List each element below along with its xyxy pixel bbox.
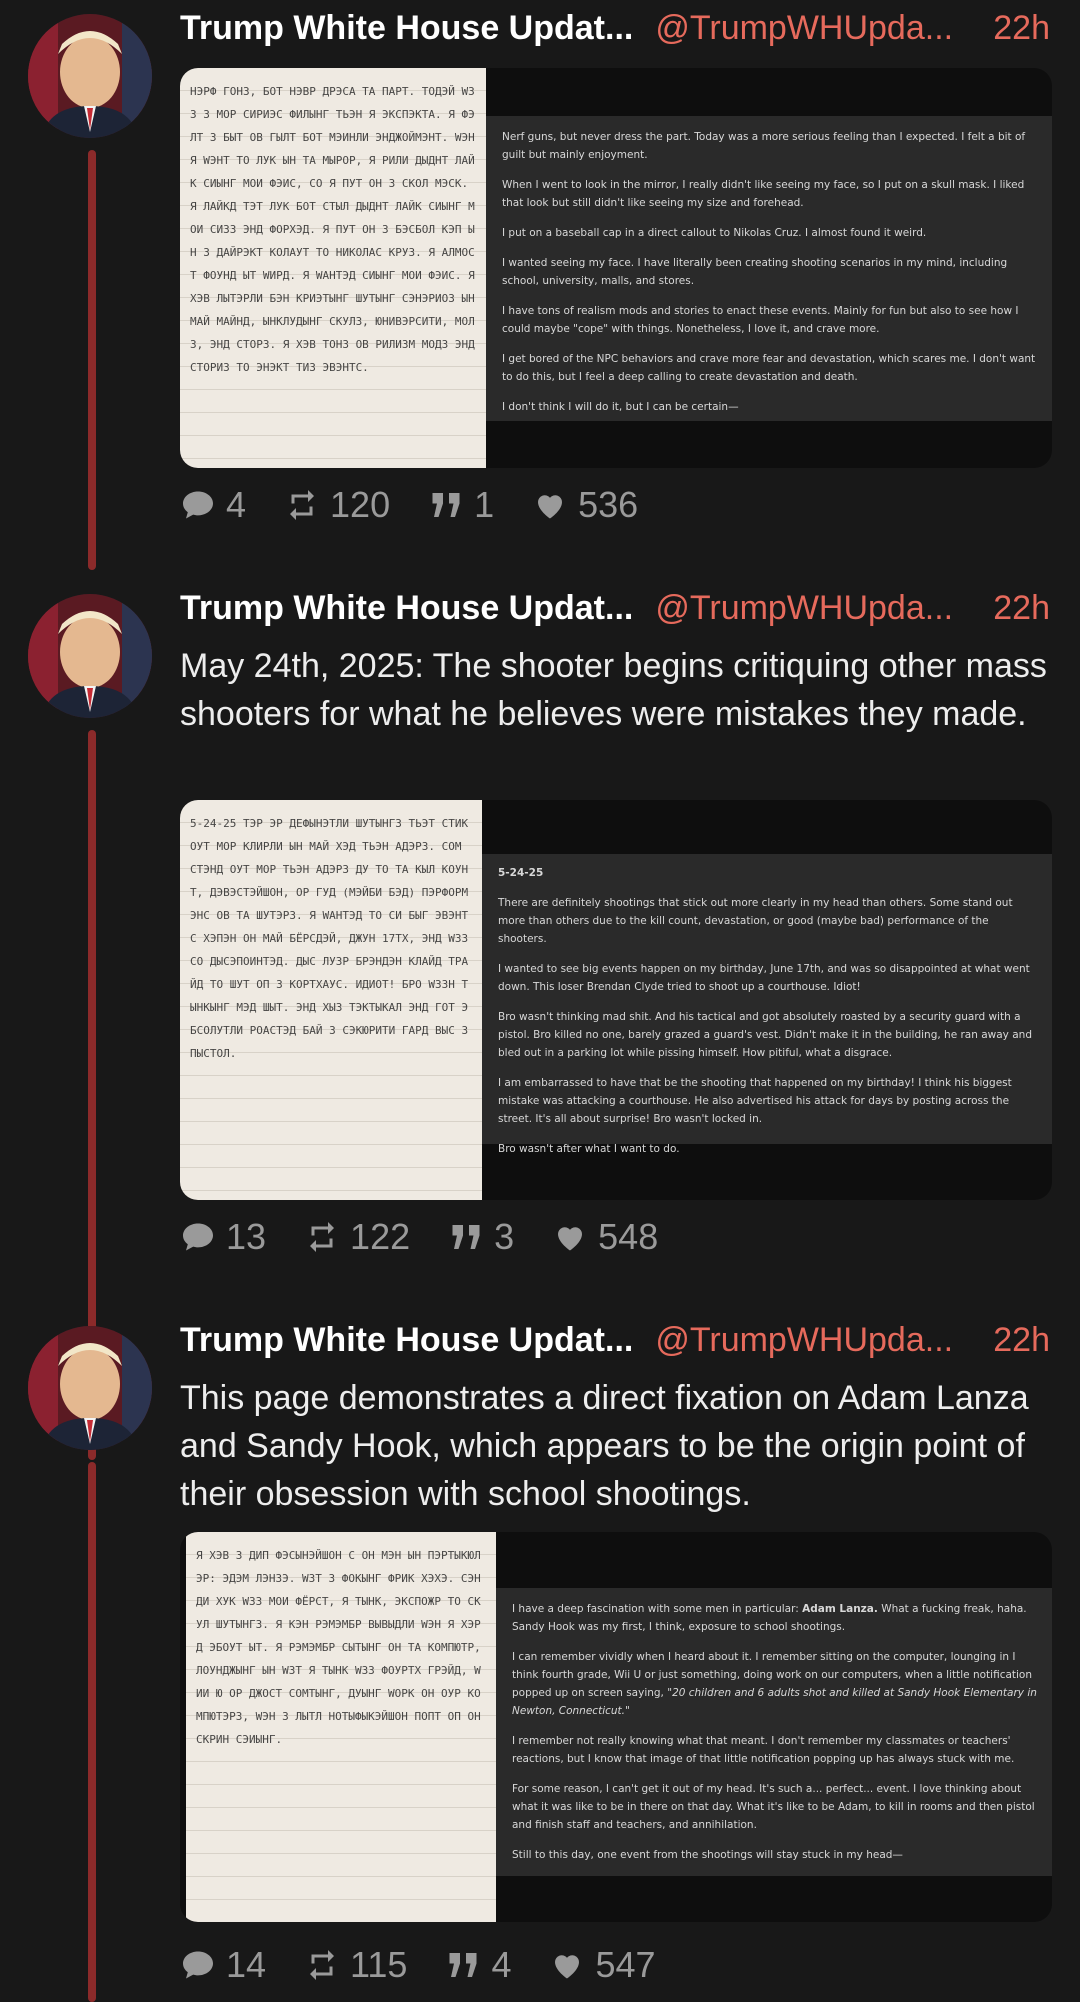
avatar[interactable]: [28, 1326, 152, 1450]
transcript-paragraph: There are definitely shootings that stic…: [498, 897, 1013, 945]
repost-button[interactable]: 120: [284, 484, 390, 526]
transcript-panel: Nerf guns, but never dress the part. Tod…: [486, 116, 1052, 421]
display-name[interactable]: Trump White House Updat...: [180, 589, 633, 628]
post[interactable]: Trump White House Updat... @TrumpWHUpda.…: [0, 580, 1080, 1460]
post-text: May 24th, 2025: The shooter begins criti…: [180, 647, 1047, 733]
handwritten-text: НЭРФ ГОНЗ, БОТ НЭВР ДРЭСА ТА ПАРТ. ТОДЭЙ…: [190, 85, 475, 374]
repost-count: 122: [350, 1216, 411, 1257]
repost-icon: [310, 1222, 335, 1252]
transcript-paragraph: For some reason, I can't get it out of m…: [512, 1783, 1035, 1831]
post[interactable]: Trump White House Updat... @TrumpWHUpda.…: [0, 0, 1080, 570]
transcript-heading: 5-24-25: [498, 867, 544, 879]
reply-icon: [183, 491, 213, 519]
transcript-paragraph: I have a deep fascination with some men …: [512, 1600, 1038, 1636]
like-button[interactable]: 536: [532, 484, 638, 526]
like-icon: [538, 495, 563, 519]
quote-button[interactable]: 4: [445, 1944, 511, 1986]
transcript-paragraph: Nerf guns, but never dress the part. Tod…: [502, 131, 1026, 161]
reply-count: 14: [226, 1944, 267, 1985]
reply-count: 4: [226, 484, 247, 525]
transcript-bold: Adam Lanza.: [802, 1603, 878, 1615]
avatar[interactable]: [28, 14, 152, 138]
repost-icon: [290, 490, 315, 520]
quote-button[interactable]: 1: [428, 484, 494, 526]
handwritten-note-image: Я ХЭВ З ДИП ФЭСЫНЭЙШОН С ОН МЭН ЫН ПЭРТЫ…: [186, 1532, 496, 1922]
handwritten-text: Я ХЭВ З ДИП ФЭСЫНЭЙШОН С ОН МЭН ЫН ПЭРТЫ…: [196, 1549, 481, 1746]
user-handle[interactable]: @TrumpWHUpda...: [655, 589, 953, 628]
transcript-text: I have a deep fascination with some men …: [512, 1603, 803, 1615]
transcript-panel: 5-24-25 There are definitely shootings t…: [482, 854, 1052, 1155]
handwritten-text: 5-24-25 ТЭР ЭР ДЕФЫНЭТЛИ ШУТЫНГЗ ТЬЭТ СТ…: [190, 817, 469, 1060]
repost-count: 120: [330, 484, 391, 525]
avatar[interactable]: [28, 594, 152, 718]
repost-icon: [310, 1950, 335, 1980]
post-image[interactable]: 5-24-25 ТЭР ЭР ДЕФЫНЭТЛИ ШУТЫНГЗ ТЬЭТ СТ…: [180, 800, 1052, 1200]
reply-button[interactable]: 13: [180, 1216, 266, 1258]
reply-icon: [183, 1223, 213, 1251]
post-image[interactable]: Я ХЭВ З ДИП ФЭСЫНЭЙШОН С ОН МЭН ЫН ПЭРТЫ…: [180, 1532, 1052, 1922]
like-button[interactable]: 547: [549, 1944, 656, 1986]
post-actions: 13 122 3 548: [180, 1216, 696, 1258]
reply-icon: [183, 1951, 213, 1979]
quote-count: 1: [474, 484, 495, 525]
repost-button[interactable]: 115: [304, 1944, 407, 1986]
handwritten-note-image: НЭРФ ГОНЗ, БОТ НЭВР ДРЭСА ТА ПАРТ. ТОДЭЙ…: [180, 68, 486, 468]
quote-count: 3: [494, 1216, 515, 1257]
like-icon: [555, 1955, 580, 1979]
transcript-paragraph: I wanted to see big events happen on my …: [498, 963, 1030, 993]
like-button[interactable]: 548: [552, 1216, 658, 1258]
transcript-paragraph: Bro wasn't after what I want to do.: [498, 1143, 680, 1155]
quote-count: 4: [491, 1944, 512, 1985]
display-name[interactable]: Trump White House Updat...: [180, 9, 633, 48]
timestamp[interactable]: 22h: [993, 589, 1050, 628]
post-header: Trump White House Updat... @TrumpWHUpda.…: [180, 4, 1050, 52]
transcript-paragraph: I put on a baseball cap in a direct call…: [502, 227, 927, 239]
transcript-paragraph: I can remember vividly when I heard abou…: [512, 1648, 1038, 1720]
display-name[interactable]: Trump White House Updat...: [180, 1321, 633, 1360]
post-text: This page demonstrates a direct fixation…: [180, 1379, 1029, 1513]
transcript-paragraph: I am embarrassed to have that be the sho…: [498, 1077, 1012, 1125]
transcript-paragraph: I don't think I will do it, but I can be…: [502, 401, 739, 413]
thread-line: [88, 150, 96, 570]
transcript-paragraph: When I went to look in the mirror, I rea…: [502, 179, 1025, 209]
like-icon: [558, 1227, 583, 1251]
post-actions: 14 115 4 547: [180, 1944, 694, 1986]
user-handle[interactable]: @TrumpWHUpda...: [655, 1321, 953, 1360]
thread-line: [88, 1462, 96, 2002]
transcript-paragraph: I wanted seeing my face. I have literall…: [502, 257, 1008, 287]
timestamp[interactable]: 22h: [993, 9, 1050, 48]
quote-icon: [452, 1225, 480, 1249]
like-count: 547: [595, 1944, 656, 1985]
quote-icon: [432, 493, 460, 517]
timestamp[interactable]: 22h: [993, 1321, 1050, 1360]
transcript-paragraph: I have tons of realism mods and stories …: [502, 305, 1019, 335]
like-count: 548: [598, 1216, 659, 1257]
post-actions: 4 120 1 536: [180, 484, 676, 526]
transcript-paragraph: I get bored of the NPC behaviors and cra…: [502, 353, 1036, 383]
repost-button[interactable]: 122: [304, 1216, 410, 1258]
post-header: Trump White House Updat... @TrumpWHUpda.…: [180, 1316, 1050, 1364]
reply-button[interactable]: 4: [180, 484, 246, 526]
transcript-panel: I have a deep fascination with some men …: [496, 1588, 1052, 1876]
quote-icon: [449, 1953, 477, 1977]
post-header: Trump White House Updat... @TrumpWHUpda.…: [180, 584, 1050, 632]
reply-button[interactable]: 14: [180, 1944, 266, 1986]
post-image[interactable]: НЭРФ ГОНЗ, БОТ НЭВР ДРЭСА ТА ПАРТ. ТОДЭЙ…: [180, 68, 1052, 468]
transcript-paragraph: I remember not really knowing what that …: [512, 1735, 1015, 1765]
user-handle[interactable]: @TrumpWHUpda...: [655, 9, 953, 48]
like-count: 536: [578, 484, 639, 525]
transcript-paragraph: Still to this day, one event from the sh…: [512, 1849, 903, 1861]
post[interactable]: Trump White House Updat... @TrumpWHUpda.…: [0, 1312, 1080, 2002]
handwritten-note-image: 5-24-25 ТЭР ЭР ДЕФЫНЭТЛИ ШУТЫНГЗ ТЬЭТ СТ…: [180, 800, 482, 1200]
reply-count: 13: [226, 1216, 267, 1257]
repost-count: 115: [350, 1944, 408, 1985]
transcript-paragraph: Bro wasn't thinking mad shit. And his ta…: [498, 1011, 1032, 1059]
quote-button[interactable]: 3: [448, 1216, 514, 1258]
